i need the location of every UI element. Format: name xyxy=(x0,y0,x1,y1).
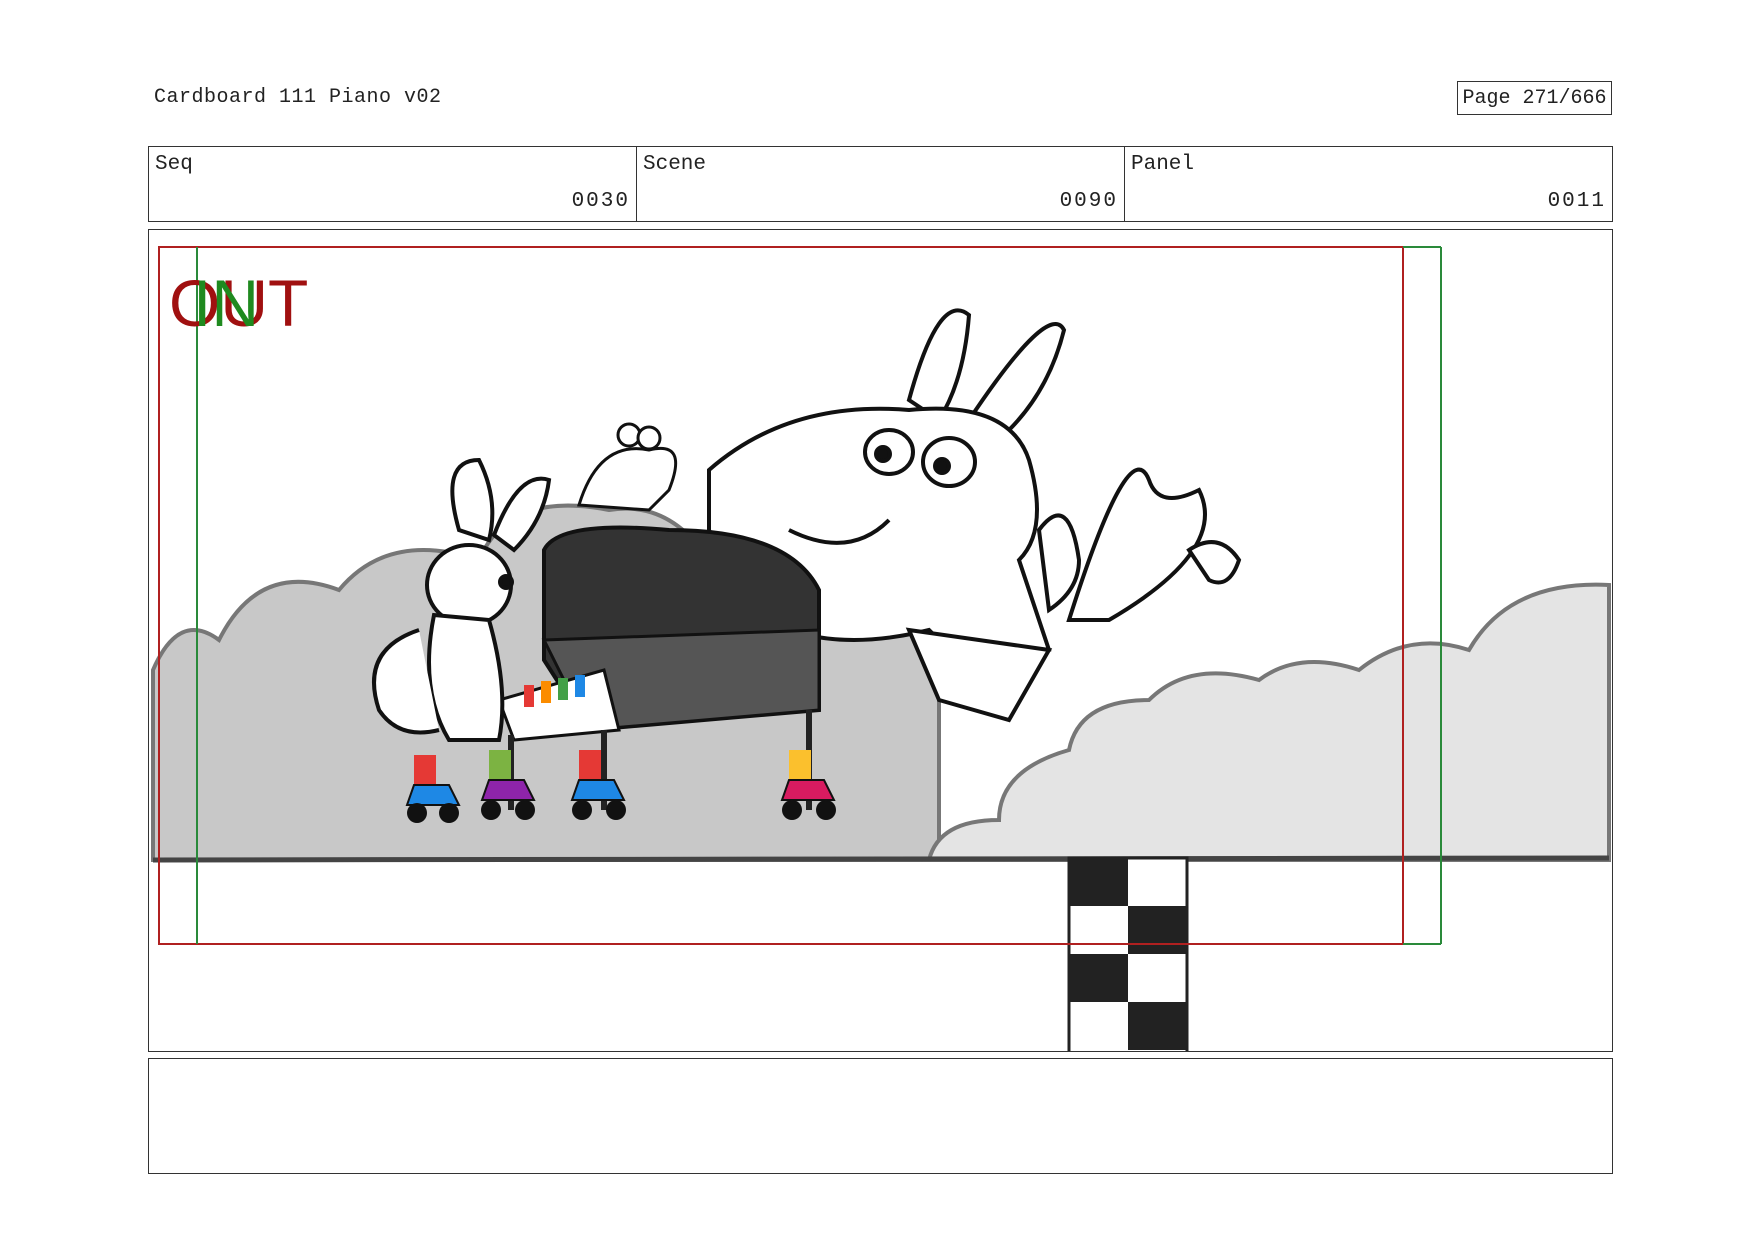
checkered-pole xyxy=(1067,856,1189,1051)
document-title: Cardboard 111 Piano v02 xyxy=(154,86,442,109)
panel-cell: Panel 0011 xyxy=(1125,147,1612,221)
seq-value: 0030 xyxy=(571,190,630,213)
storyboard-panel: OUT IN xyxy=(148,229,1613,1052)
frog-character xyxy=(577,422,678,512)
panel-label: Panel xyxy=(1131,153,1195,176)
notes-box xyxy=(148,1058,1613,1174)
scene-value: 0090 xyxy=(1059,190,1118,213)
shot-info-table: Seq 0030 Scene 0090 Panel 0011 xyxy=(148,146,1613,222)
scene-label: Scene xyxy=(643,153,707,176)
storyboard-drawing: OUT IN xyxy=(151,246,1611,1051)
in-marker: IN xyxy=(193,266,259,340)
scene-cell: Scene 0090 xyxy=(637,147,1125,221)
ground-line xyxy=(152,855,1610,863)
page-number: Page 271/666 xyxy=(1457,81,1612,115)
panel-value: 0011 xyxy=(1547,190,1606,213)
seq-label: Seq xyxy=(155,153,193,176)
seq-cell: Seq 0030 xyxy=(149,147,637,221)
